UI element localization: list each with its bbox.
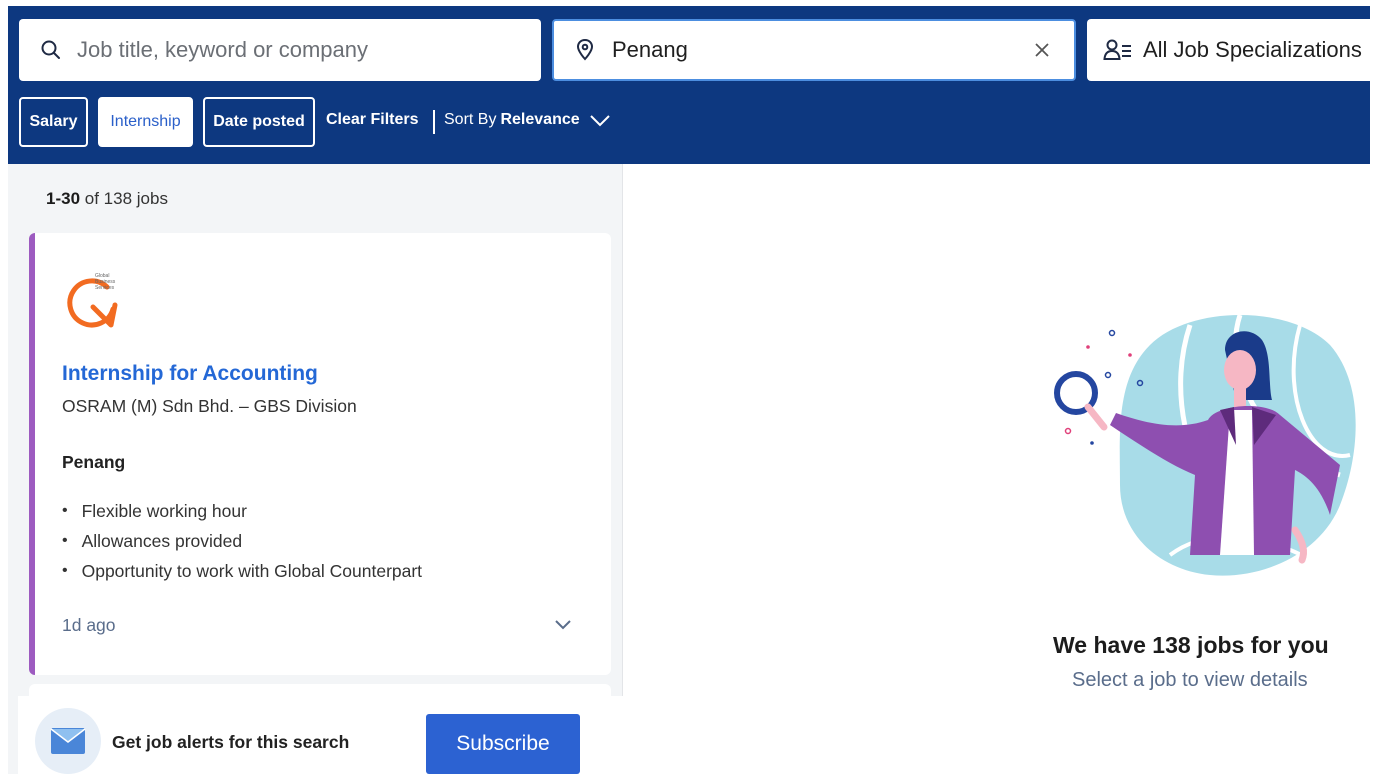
results-total: of 138 jobs [84, 189, 168, 208]
person-list-icon [1103, 39, 1131, 60]
job-title-link[interactable]: Internship for Accounting [62, 362, 318, 386]
mail-icon-badge [35, 708, 101, 774]
job-card[interactable]: Global Business Services Internship for … [29, 233, 611, 675]
job-search-illustration [1054, 314, 1356, 576]
filter-divider [433, 110, 435, 134]
salary-filter-button[interactable]: Salary [19, 97, 88, 147]
highlight-item: Opportunity to work with Global Counterp… [62, 556, 422, 586]
search-header: Job title, keyword or company Penang All… [8, 6, 1375, 164]
job-highlights: Flexible working hour Allowances provide… [62, 496, 422, 586]
date-posted-filter-button[interactable]: Date posted [203, 97, 315, 147]
location-pin-icon [576, 38, 594, 61]
clear-filters-link[interactable]: Clear Filters [326, 111, 418, 129]
search-icon [41, 40, 60, 59]
keyword-search-field[interactable]: Job title, keyword or company [19, 19, 541, 81]
location-value: Penang [612, 37, 688, 62]
specialization-label: All Job Specializations [1143, 37, 1362, 62]
subscribe-button[interactable]: Subscribe [426, 714, 580, 774]
empty-state-subtitle: Select a job to view details [1072, 669, 1308, 691]
location-field[interactable]: Penang [552, 19, 1076, 81]
sort-prefix: Sort By [444, 111, 497, 128]
mail-icon [50, 728, 86, 754]
keyword-placeholder: Job title, keyword or company [77, 37, 369, 62]
company-logo: Global Business Services [67, 273, 118, 328]
results-range: 1-30 [46, 189, 81, 208]
internship-filter-button[interactable]: Internship [98, 97, 193, 147]
job-list-pane[interactable]: 1-30 of 138 jobs Global Business Service… [8, 164, 623, 774]
clear-location-icon[interactable] [1030, 38, 1054, 62]
job-alert-text: Get job alerts for this search [112, 732, 350, 752]
specialization-selector[interactable]: All Job Specializations [1087, 19, 1375, 81]
chevron-down-icon[interactable] [553, 617, 573, 631]
empty-state-title: We have 138 jobs for you [1053, 632, 1329, 658]
company-name[interactable]: OSRAM (M) Sdn Bhd. – GBS Division [62, 396, 357, 417]
job-alert-bar: Get job alerts for this search Subscribe [18, 696, 623, 774]
job-location: Penang [62, 452, 126, 472]
chevron-down-icon [589, 115, 610, 127]
highlight-item: Allowances provided [62, 526, 422, 556]
sort-dropdown[interactable]: Sort By Relevance [444, 111, 612, 129]
sort-value: Relevance [500, 111, 580, 128]
logo-text-3: Services [95, 285, 115, 291]
posted-time: 1d ago [62, 615, 116, 635]
results-count: 1-30 of 138 jobs [46, 189, 168, 209]
highlight-item: Flexible working hour [62, 496, 422, 526]
